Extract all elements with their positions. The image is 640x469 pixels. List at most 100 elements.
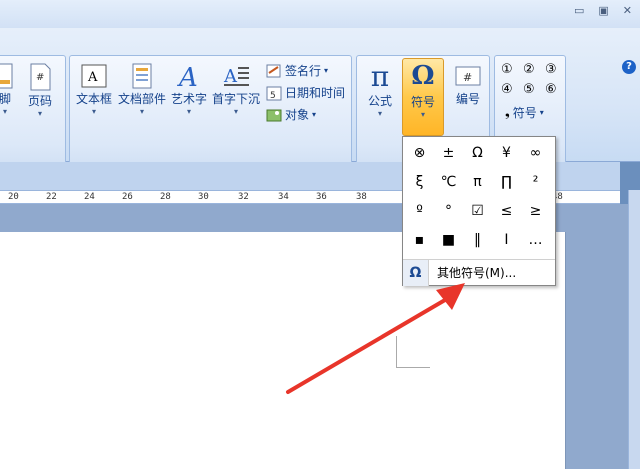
drop-cap-icon: A — [223, 66, 249, 87]
ruler-tick: 32 — [238, 192, 249, 202]
symbol-cell[interactable]: ≤ — [492, 197, 521, 226]
date-time-icon: 5 — [266, 86, 282, 101]
close-icon[interactable]: ✕ — [623, 4, 632, 17]
page-number-label: 页码 — [27, 94, 52, 108]
symbol-circled-2[interactable]: ② — [523, 62, 545, 82]
symbol-circled-4[interactable]: ④ — [501, 82, 523, 102]
text-box-button[interactable]: A 文本框 ▾ — [74, 62, 114, 117]
pi-icon: π — [370, 60, 390, 93]
special-symbol-button[interactable]: ❟ 符号 ▾ — [505, 104, 544, 121]
symbol-cell[interactable]: ± — [434, 139, 463, 168]
chevron-down-icon: ▾ — [539, 108, 544, 117]
symbol-cell[interactable]: ² — [521, 168, 550, 197]
symbol-circled-3[interactable]: ③ — [545, 62, 567, 82]
symbol-cell[interactable]: Ω — [463, 139, 492, 168]
date-time-label: 日期和时间 — [285, 86, 346, 100]
svg-text:#: # — [463, 71, 472, 84]
symbol-cell[interactable]: ■ — [434, 226, 463, 255]
symbol-cell[interactable]: ▪ — [405, 226, 434, 255]
symbol-cell[interactable]: ∏ — [492, 168, 521, 197]
page-number-icon: # — [30, 63, 51, 91]
footer-label: 脚 — [0, 92, 11, 106]
footer-button[interactable]: 脚 ▾ — [0, 62, 15, 117]
chevron-down-icon: ▾ — [186, 107, 191, 116]
title-bar: ▭ ▣ ✕ — [0, 0, 640, 28]
chevron-down-icon: ▾ — [324, 66, 329, 75]
signature-line-button[interactable]: 签名行 ▾ — [266, 62, 328, 79]
signature-line-label: 签名行 — [285, 64, 322, 78]
help-icon[interactable]: ? — [622, 60, 636, 74]
restore-icon[interactable]: ▣ — [598, 4, 608, 17]
chevron-down-icon: ▾ — [139, 107, 144, 116]
chevron-down-icon: ▾ — [91, 107, 96, 116]
more-symbols-label: 其他符号(M)... — [437, 266, 517, 280]
ruler-tick: 22 — [46, 192, 57, 202]
symbol-cell[interactable]: Ⅰ — [492, 226, 521, 255]
symbol-cell[interactable]: ξ — [405, 168, 434, 197]
ruler-tick: 20 — [8, 192, 19, 202]
chevron-down-icon: ▾ — [233, 107, 238, 116]
quick-parts-icon — [132, 63, 152, 89]
symbol-cell[interactable]: π — [463, 168, 492, 197]
symbol-cell[interactable]: ∞ — [521, 139, 550, 168]
footer-icon — [0, 63, 13, 89]
chevron-down-icon: ▾ — [420, 110, 425, 119]
wordart-icon: A — [177, 63, 198, 90]
chevron-down-icon: ▾ — [312, 110, 317, 119]
symbol-grid: ⊗ ± Ω ¥ ∞ ξ ℃ π ∏ ² º ° ☑ ≤ ≥ ▪ ■ ‖ Ⅰ… — [405, 139, 553, 255]
page-number-button[interactable]: # 页码 ▾ — [25, 62, 55, 119]
symbol-circled-1[interactable]: ① — [501, 62, 523, 82]
symbol-cell[interactable]: ¥ — [492, 139, 521, 168]
margin-corner-mark — [396, 336, 430, 368]
ruler-tick: 26 — [122, 192, 133, 202]
special-symbol-label: 符号 — [512, 106, 537, 120]
ruler-tick: 24 — [84, 192, 95, 202]
quick-parts-label: 文档部件 — [117, 92, 166, 106]
symbol-dropdown: ⊗ ± Ω ¥ ∞ ξ ℃ π ∏ ² º ° ☑ ≤ ≥ ▪ ■ ‖ Ⅰ… Ω 其他符号(M)... — [402, 136, 556, 286]
symbol-circled-6[interactable]: ⑥ — [545, 82, 567, 102]
numbering-label: 编号 — [455, 92, 480, 106]
numbering-icon: # — [455, 66, 481, 86]
symbol-cell[interactable]: … — [521, 226, 550, 255]
equation-label: 公式 — [367, 94, 392, 108]
omega-icon: Ω — [411, 61, 435, 91]
equation-button[interactable]: π 公式 ▾ — [361, 62, 399, 119]
drop-cap-button[interactable]: A 首字下沉 ▾ — [210, 62, 262, 117]
ruler-tick: 28 — [160, 192, 171, 202]
ruler-tick: 38 — [356, 192, 367, 202]
symbol-cell[interactable]: ‖ — [463, 226, 492, 255]
chevron-down-icon: ▾ — [2, 107, 7, 116]
chevron-down-icon: ▾ — [37, 109, 42, 118]
symbol-cell[interactable]: ℃ — [434, 168, 463, 197]
svg-text:A: A — [87, 70, 98, 85]
date-time-button[interactable]: 5 日期和时间 — [266, 84, 345, 101]
wordart-label: 艺术字 — [170, 92, 207, 106]
number-symbols-grid: ① ② ③ ④ ⑤ ⑥ — [501, 62, 567, 102]
quick-parts-button[interactable]: 文档部件 ▾ — [116, 62, 168, 117]
ruler-tick: 34 — [278, 192, 289, 202]
svg-text:A: A — [177, 63, 198, 90]
numbering-button[interactable]: # 编号 — [449, 62, 487, 107]
comma-icon: ❟ — [505, 105, 510, 119]
minimize-icon[interactable]: ▭ — [574, 4, 584, 17]
object-icon — [266, 109, 282, 121]
symbol-cell[interactable]: ≥ — [521, 197, 550, 226]
wordart-button[interactable]: A 艺术字 ▾ — [168, 62, 210, 117]
window-controls: ▭ ▣ ✕ — [574, 4, 632, 17]
symbol-button[interactable]: Ω 符号 ▾ — [402, 58, 444, 136]
object-button[interactable]: 对象 ▾ — [266, 106, 316, 123]
symbol-cell[interactable]: ⊗ — [405, 139, 434, 168]
symbol-cell[interactable]: ☑ — [463, 197, 492, 226]
symbol-cell[interactable]: º — [405, 197, 434, 226]
more-symbols-item[interactable]: Ω 其他符号(M)... — [403, 259, 555, 286]
omega-icon: Ω — [403, 259, 429, 286]
symbol-circled-5[interactable]: ⑤ — [523, 82, 545, 102]
drop-cap-label: 首字下沉 — [211, 92, 260, 106]
svg-text:5: 5 — [270, 91, 276, 101]
vertical-scrollbar[interactable] — [628, 190, 640, 469]
symbol-cell[interactable]: ° — [434, 197, 463, 226]
svg-text:#: # — [36, 72, 44, 83]
svg-text:A: A — [223, 66, 238, 87]
signature-line-icon — [266, 64, 281, 77]
ruler-tick: 36 — [316, 192, 327, 202]
